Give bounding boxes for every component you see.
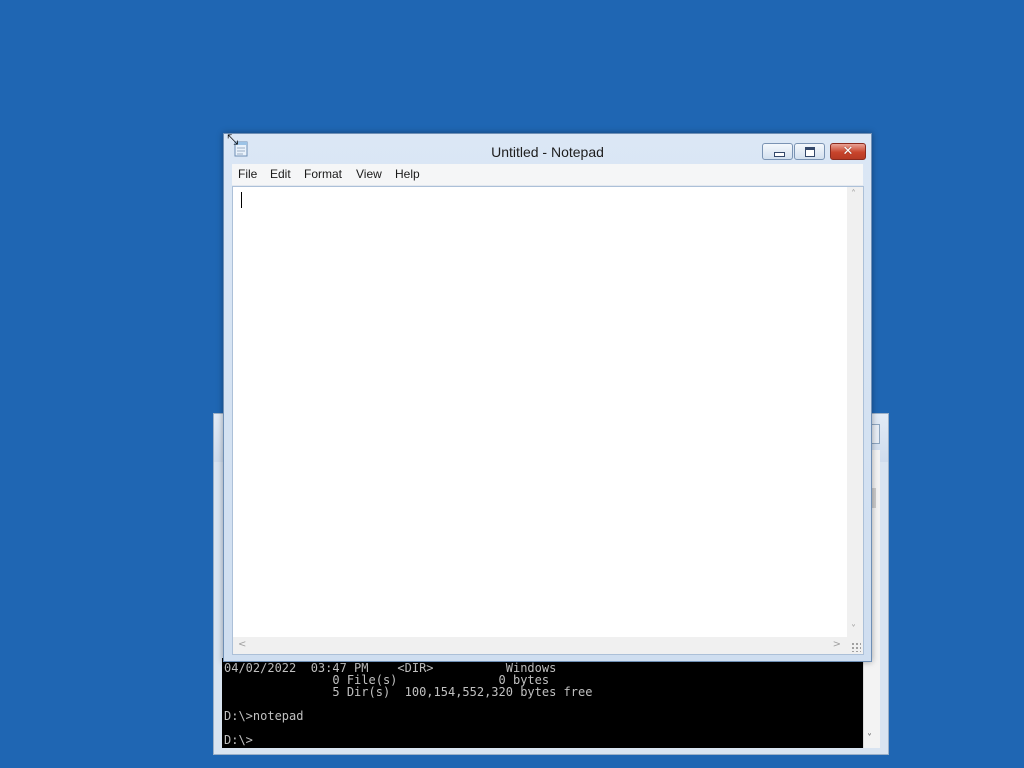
close-button[interactable]: ✕ xyxy=(830,143,866,160)
minimize-icon xyxy=(763,144,792,159)
text-caret xyxy=(241,192,242,208)
scroll-left-arrow-icon[interactable]: < xyxy=(238,639,246,650)
maximize-icon xyxy=(795,144,824,159)
menu-help[interactable]: Help xyxy=(395,167,420,181)
console-prompt[interactable]: D:\> xyxy=(224,734,253,746)
scroll-down-arrow-icon[interactable]: ˅ xyxy=(867,733,872,744)
scroll-right-arrow-icon[interactable]: > xyxy=(833,639,841,650)
console-line: D:\>notepad xyxy=(224,709,304,723)
notepad-titlebar[interactable]: ⤡ Untitled - Notepad ✕ xyxy=(224,132,871,164)
resize-grip-icon xyxy=(851,642,861,652)
scroll-up-arrow-icon[interactable]: ˄ xyxy=(851,189,856,200)
text-editor-area[interactable]: ˄ ˅ < > xyxy=(232,186,864,655)
menu-file[interactable]: File xyxy=(238,167,257,181)
maximize-button[interactable] xyxy=(794,143,825,160)
menu-format[interactable]: Format xyxy=(304,167,342,181)
menu-view[interactable]: View xyxy=(356,167,382,181)
close-icon: ✕ xyxy=(842,144,854,159)
resize-grip[interactable] xyxy=(847,637,863,654)
desktop[interactable]: 04/02/2022 03:47 PM <DIR> Windows 0 File… xyxy=(0,0,1024,768)
menu-bar: File Edit Format View Help xyxy=(232,164,863,186)
notepad-window[interactable]: ⤡ Untitled - Notepad ✕ File Edit Format … xyxy=(223,132,872,662)
scroll-down-arrow-icon[interactable]: ˅ xyxy=(851,624,856,635)
menu-edit[interactable]: Edit xyxy=(270,167,291,181)
console-line: 5 Dir(s) 100,154,552,320 bytes free xyxy=(224,685,593,699)
minimize-button[interactable] xyxy=(762,143,793,160)
horizontal-scrollbar[interactable]: < > xyxy=(233,637,847,654)
console-output[interactable]: 04/02/2022 03:47 PM <DIR> Windows 0 File… xyxy=(222,658,864,748)
vertical-scrollbar[interactable]: ˄ ˅ xyxy=(847,187,863,637)
console-close-button[interactable] xyxy=(871,424,880,444)
